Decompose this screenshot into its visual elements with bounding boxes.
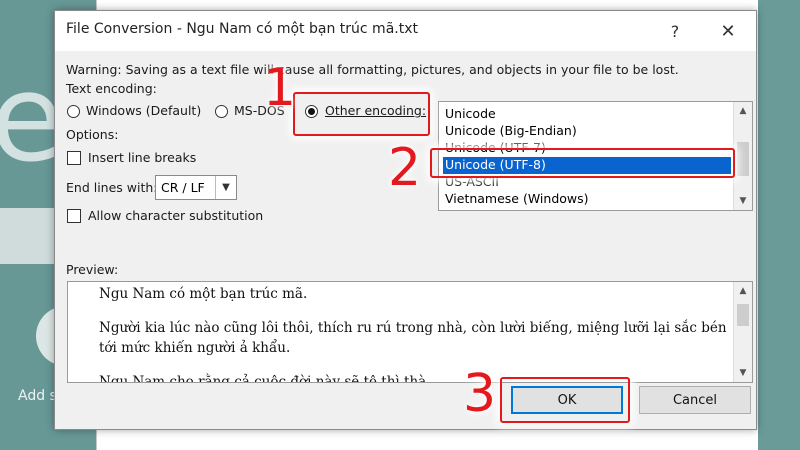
chevron-down-icon[interactable]: ▼ xyxy=(215,176,236,199)
preview-scroll-thumb[interactable] xyxy=(737,304,749,326)
cancel-button[interactable]: Cancel xyxy=(639,386,751,414)
background-right-panel xyxy=(758,0,800,450)
encoding-option[interactable]: Unicode xyxy=(443,106,731,123)
scroll-down-icon[interactable]: ▼ xyxy=(734,192,752,210)
options-label: Options: xyxy=(66,127,119,142)
allow-substitution-label[interactable]: Allow character substitution xyxy=(88,208,263,223)
preview-scrollbar[interactable]: ▲ ▼ xyxy=(733,282,752,382)
scroll-up-icon[interactable]: ▲ xyxy=(734,282,752,300)
highlight-ok xyxy=(500,377,630,423)
preview-line: Ngu Nam có một bạn trúc mã. xyxy=(99,286,308,302)
background-add-text: Add s xyxy=(18,388,57,404)
encoding-scrollbar[interactable]: ▲ ▼ xyxy=(733,102,752,210)
scroll-down-icon[interactable]: ▼ xyxy=(734,364,752,382)
preview-line: tới mức khiến người ả khẩu. xyxy=(99,340,291,356)
encoding-option[interactable]: Vietnamese (Windows) xyxy=(443,191,731,208)
step-number-1: 1 xyxy=(263,58,297,118)
insert-line-breaks-label[interactable]: Insert line breaks xyxy=(88,150,196,165)
warning-text: Warning: Saving as a text file will caus… xyxy=(66,62,679,77)
radio-msdos[interactable] xyxy=(215,105,228,118)
preview-line: Ngu Nam cho rằng cả cuộc đời này sẽ tệ t… xyxy=(99,374,440,383)
highlight-utf8 xyxy=(430,148,735,178)
encoding-option[interactable]: Unicode (Big-Endian) xyxy=(443,123,731,140)
file-conversion-dialog: File Conversion - Ngu Nam có một bạn trú… xyxy=(54,10,757,430)
step-number-3: 3 xyxy=(463,364,497,424)
preview-line: Người kia lúc nào cũng lôi thôi, thích r… xyxy=(99,320,727,336)
step-number-2: 2 xyxy=(388,138,422,198)
dialog-title: File Conversion - Ngu Nam có một bạn trú… xyxy=(66,21,418,37)
radio-windows-label[interactable]: Windows (Default) xyxy=(86,103,201,118)
allow-substitution-checkbox[interactable] xyxy=(67,209,81,223)
highlight-other-encoding xyxy=(293,92,430,136)
scroll-up-icon[interactable]: ▲ xyxy=(734,102,752,120)
preview-label: Preview: xyxy=(66,262,119,277)
end-lines-value: CR / LF xyxy=(161,180,205,195)
preview-box: Ngu Nam có một bạn trúc mã. Người kia lúc… xyxy=(67,281,753,383)
end-lines-select[interactable]: CR / LF ▼ xyxy=(155,175,237,200)
radio-windows[interactable] xyxy=(67,105,80,118)
close-button[interactable]: ✕ xyxy=(711,17,745,45)
encoding-scroll-thumb[interactable] xyxy=(737,142,749,176)
end-lines-label: End lines with: xyxy=(66,180,158,195)
background-bar xyxy=(0,208,60,264)
text-encoding-label: Text encoding: xyxy=(66,81,157,96)
insert-line-breaks-checkbox[interactable] xyxy=(67,151,81,165)
help-button[interactable]: ? xyxy=(659,17,691,45)
dialog-titlebar: File Conversion - Ngu Nam có một bạn trú… xyxy=(55,11,756,51)
